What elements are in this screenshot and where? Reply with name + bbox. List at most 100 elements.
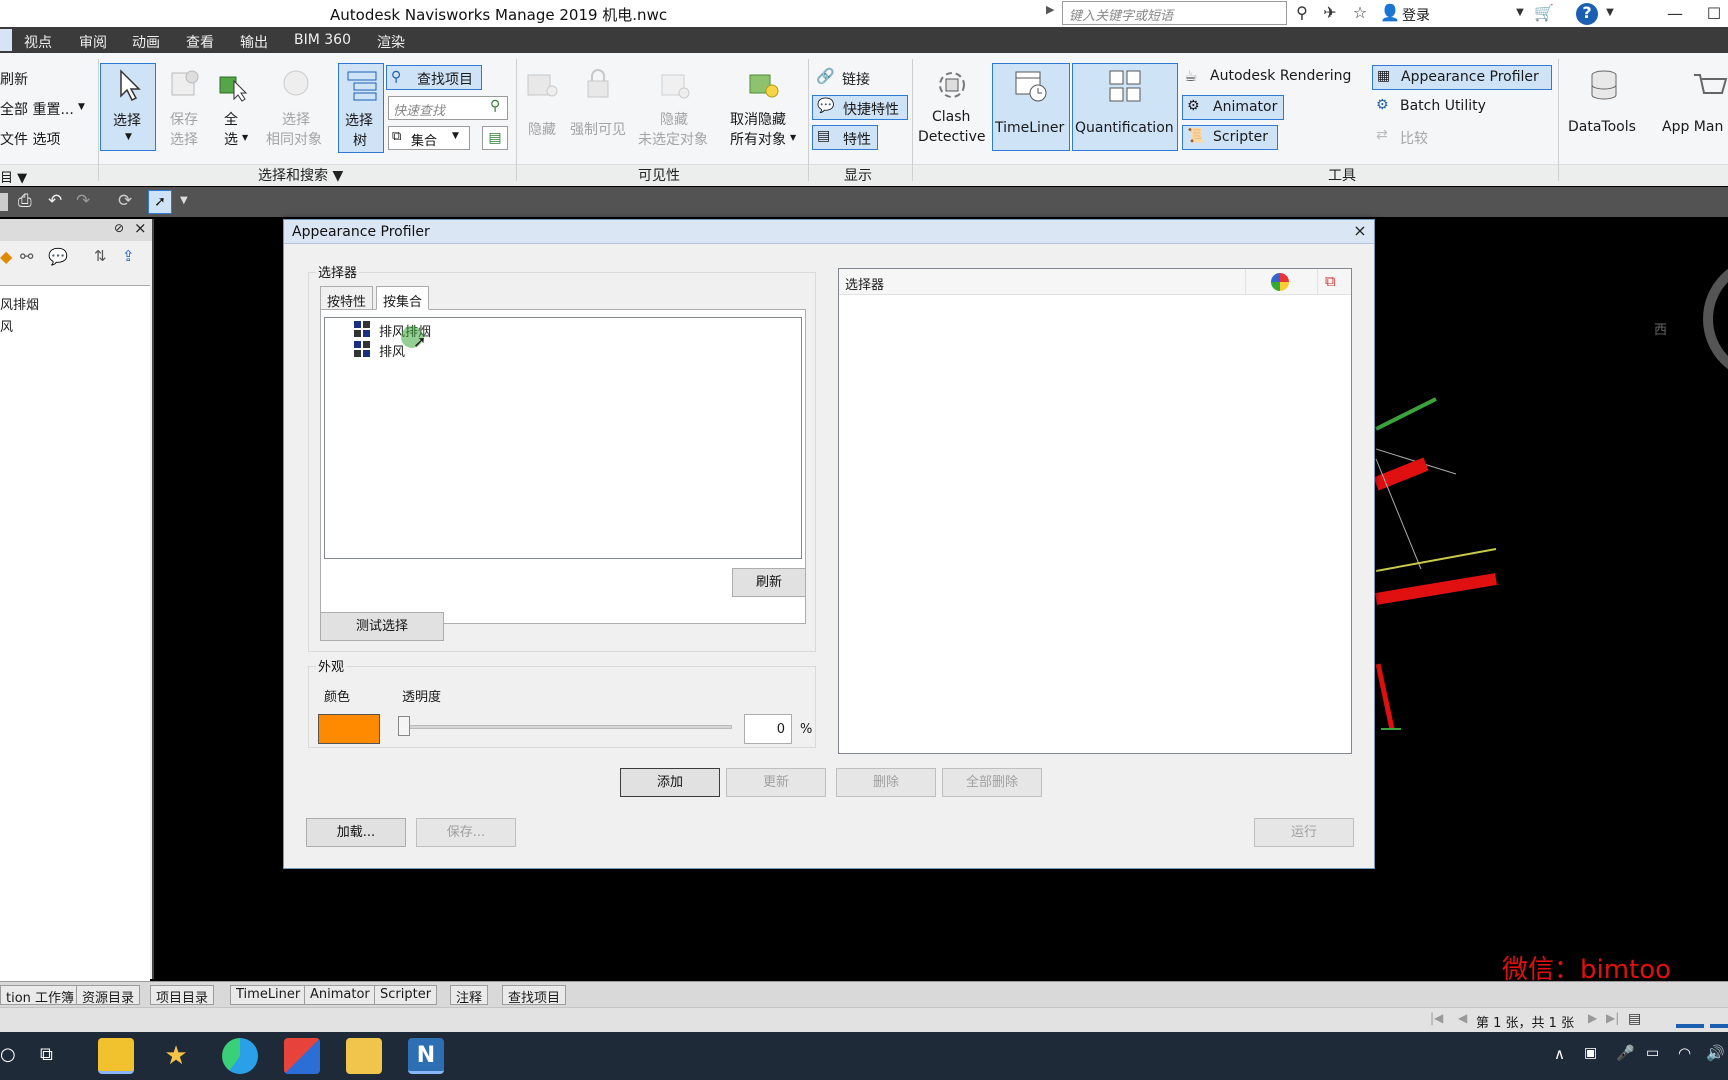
wifi-icon[interactable]: ◠ <box>1678 1044 1691 1062</box>
store-icon[interactable] <box>284 1038 320 1074</box>
select-cursor-icon[interactable]: ➚ <box>148 190 172 214</box>
tray-camera-icon[interactable]: ▣ <box>1584 1045 1597 1061</box>
tab-item-catalog[interactable]: 项目目录 <box>150 985 215 1006</box>
dialog-title-bar[interactable]: Appearance Profiler × <box>284 220 1374 244</box>
appearance-profiler-button[interactable]: ▦ Appearance Profiler <box>1372 65 1552 90</box>
batch-utility-button[interactable]: ⚙ Batch Utility <box>1372 95 1512 120</box>
run-button[interactable]: 运行 <box>1254 818 1354 847</box>
redo-icon[interactable]: ↷ <box>76 191 90 211</box>
help-dropdown-icon[interactable]: ▼ <box>1600 3 1620 23</box>
color-swatch[interactable] <box>318 714 380 744</box>
autodesk-rendering-button[interactable]: ☕ Autodesk Rendering <box>1182 65 1366 90</box>
hide-unselected-button[interactable]: 隐藏 未选定对象 <box>636 63 716 153</box>
edge-icon[interactable] <box>222 1038 258 1074</box>
user-icon[interactable]: 👤 <box>1380 3 1400 23</box>
first-page-icon[interactable]: |◀ <box>1430 1011 1443 1025</box>
viewcube-label[interactable]: 西 <box>1654 319 1667 338</box>
chevron-down-icon[interactable]: ▼ <box>452 131 459 141</box>
manage-sets-icon[interactable]: ▤ <box>482 126 508 150</box>
menu-viewpoint[interactable]: 视点 <box>24 32 52 52</box>
require-button[interactable]: 强制可见 <box>568 63 634 153</box>
menu-output[interactable]: 输出 <box>240 32 268 52</box>
file-explorer-icon[interactable] <box>346 1038 382 1074</box>
binoculars-icon[interactable]: ⚲ <box>1292 3 1312 23</box>
menu-render[interactable]: 渲染 <box>377 32 405 52</box>
star-icon[interactable]: ☆ <box>1350 3 1370 23</box>
color-wheel-icon[interactable] <box>1271 273 1289 291</box>
customize-dropdown-icon[interactable]: ▼ <box>180 195 188 206</box>
select-all-button[interactable]: 全 选 ▼ <box>214 63 254 153</box>
save-button[interactable]: 保存... <box>416 818 516 847</box>
save-icon[interactable] <box>0 193 8 211</box>
tree-item[interactable]: 风排烟 <box>0 294 39 313</box>
links-button[interactable]: 🔗 链接 <box>812 65 908 90</box>
sort-icon[interactable]: ⇅ <box>94 247 107 265</box>
scripter-button[interactable]: 📜 Scripter <box>1182 125 1278 150</box>
search-icon[interactable]: ○ <box>0 1044 16 1065</box>
quantification-button[interactable]: Quantification <box>1072 63 1178 151</box>
app-manager-button[interactable]: App Man <box>1650 63 1728 153</box>
prev-page-icon[interactable]: ◀ <box>1458 1011 1467 1025</box>
refresh-button[interactable]: 刷新 <box>732 568 806 597</box>
login-link[interactable]: 登录 <box>1402 5 1430 25</box>
test-selection-button[interactable]: 测试选择 <box>320 612 444 641</box>
refresh-button[interactable]: 刷新 <box>0 69 28 89</box>
help-search-input[interactable]: 键入关键字或短语 <box>1062 1 1287 25</box>
file-options-button[interactable]: 文件 选项 <box>0 129 60 149</box>
refresh-icon[interactable]: ⟳ <box>118 191 132 211</box>
transparency-slider-track[interactable] <box>402 725 732 729</box>
volume-icon[interactable]: 🔊 <box>1706 1044 1725 1062</box>
selection-tree-button[interactable]: 选择 树 <box>338 63 384 153</box>
add-button[interactable]: 添加 <box>620 768 720 797</box>
last-page-icon[interactable]: ▶| <box>1606 1011 1619 1025</box>
tab-catalog[interactable]: 资源目录 <box>76 985 141 1006</box>
tab-by-set[interactable]: 按集合 <box>376 286 430 310</box>
selector-list[interactable]: 选择器 ⧉ <box>838 268 1352 754</box>
timeliner-button[interactable]: TimeLiner <box>992 63 1070 151</box>
hide-button[interactable]: 隐藏 <box>522 63 564 153</box>
tab-find-items[interactable]: 查找项目 <box>502 985 567 1006</box>
microphone-icon[interactable]: 🎤 <box>1616 1044 1635 1062</box>
import-export-icon[interactable]: ⇪ <box>122 247 135 265</box>
minimize-button[interactable]: — <box>1650 0 1700 27</box>
search-icon[interactable]: ⚲ <box>490 98 500 114</box>
list-item[interactable]: 排风 <box>379 341 405 360</box>
close-button[interactable]: × <box>1350 221 1370 241</box>
sheet-browser-icon[interactable]: ▤ <box>1628 1011 1641 1027</box>
satellite-icon[interactable]: ✈ <box>1320 3 1340 23</box>
delete-all-button[interactable]: 全部删除 <box>942 768 1042 797</box>
select-button[interactable]: 选择 ▼ <box>100 63 156 151</box>
save-selection-button[interactable]: 保存 选择 <box>162 63 212 153</box>
favorites-icon[interactable]: ★ <box>158 1038 194 1074</box>
undo-icon[interactable]: ↶ <box>48 191 62 211</box>
tab-by-property[interactable]: 按特性 <box>320 286 374 310</box>
select-search-group-title[interactable]: 选择和搜索 ▼ <box>258 165 343 185</box>
compare-button[interactable]: ⇄ 比较 <box>1372 125 1452 150</box>
quick-properties-button[interactable]: 💬 快捷特性 <box>812 95 908 120</box>
reset-dropdown-icon[interactable]: ▼ <box>78 102 85 112</box>
menu-review[interactable]: 审阅 <box>79 32 107 52</box>
set-list[interactable]: 排风排烟 排风 ➚ <box>324 317 802 559</box>
transparency-column-icon[interactable]: ⧉ <box>1325 272 1336 290</box>
tree-item[interactable]: 风 <box>0 316 13 335</box>
tab-timeliner[interactable]: TimeLiner <box>230 985 307 1005</box>
maximize-button[interactable]: ☐ <box>1700 0 1728 27</box>
tray-chevron-icon[interactable]: ∧ <box>1554 1045 1565 1063</box>
chevron-down-icon[interactable]: ▼ <box>1510 3 1530 23</box>
transparency-slider-thumb[interactable] <box>398 716 410 736</box>
navisworks-icon[interactable]: N <box>408 1038 444 1074</box>
tab-animator[interactable]: Animator <box>304 985 376 1005</box>
delete-button[interactable]: 删除 <box>836 768 936 797</box>
clash-detective-button[interactable]: Clash Detective <box>914 63 992 155</box>
transparency-input[interactable]: 0 <box>744 714 792 744</box>
tab-scripter[interactable]: Scripter <box>374 985 438 1005</box>
find-items-button[interactable]: ⚲ 查找项目 <box>386 65 482 90</box>
select-same-button[interactable]: 选择 相同对象 <box>262 63 332 153</box>
menu-bim360[interactable]: BIM 360 <box>294 32 351 48</box>
cart-icon[interactable]: 🛒 <box>1534 3 1554 23</box>
update-button[interactable]: 更新 <box>726 768 826 797</box>
menu-animation[interactable]: 动画 <box>132 32 160 52</box>
properties-button[interactable]: ▤ 特性 <box>812 125 878 150</box>
tab-workbook[interactable]: tion 工作簿 <box>0 985 81 1006</box>
battery-icon[interactable]: ▭ <box>1646 1045 1659 1061</box>
